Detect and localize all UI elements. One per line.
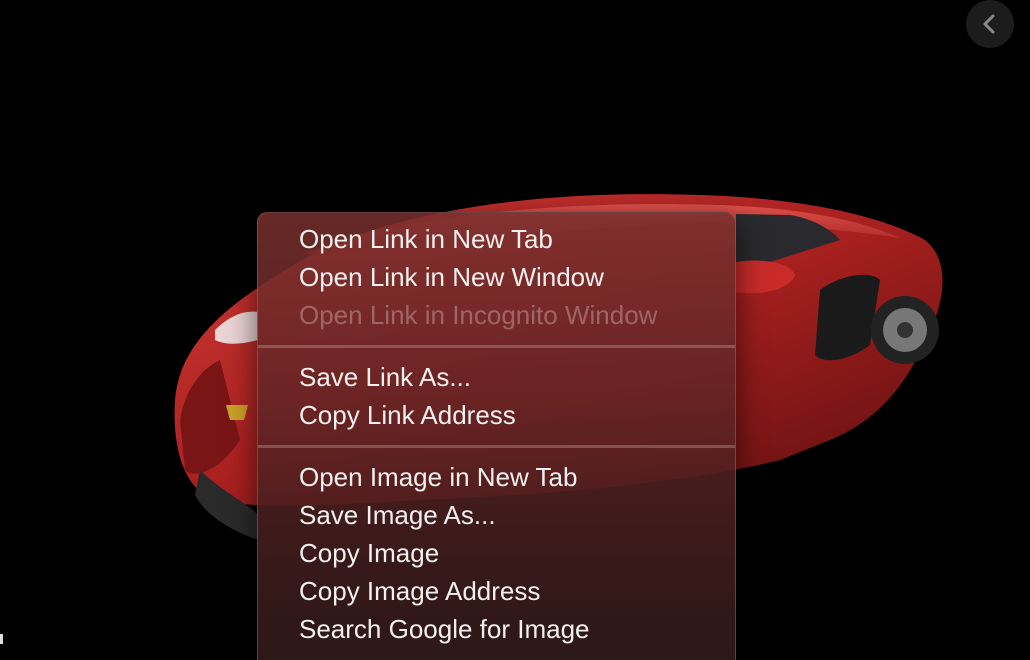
image-viewer: Open Link in New Tab Open Link in New Wi… xyxy=(0,0,1030,660)
bottom-left-marker xyxy=(0,634,3,644)
menu-item-save-image-as[interactable]: Save Image As... xyxy=(258,496,735,534)
menu-item-open-image-new-tab[interactable]: Open Image in New Tab xyxy=(258,458,735,496)
menu-separator xyxy=(258,445,735,448)
back-button[interactable] xyxy=(966,0,1014,48)
menu-item-copy-image[interactable]: Copy Image xyxy=(258,534,735,572)
menu-item-open-link-new-window[interactable]: Open Link in New Window xyxy=(258,258,735,296)
chevron-left-icon xyxy=(983,14,995,34)
menu-separator xyxy=(258,345,735,348)
menu-item-search-google-for-image[interactable]: Search Google for Image xyxy=(258,610,735,648)
menu-item-open-link-new-tab[interactable]: Open Link in New Tab xyxy=(258,220,735,258)
menu-item-copy-link-address[interactable]: Copy Link Address xyxy=(258,396,735,434)
menu-item-open-link-incognito: Open Link in Incognito Window xyxy=(299,300,658,330)
menu-item-save-link-as[interactable]: Save Link As... xyxy=(258,358,735,396)
menu-item-copy-image-address[interactable]: Copy Image Address xyxy=(258,572,735,610)
context-menu: Open Link in New Tab Open Link in New Wi… xyxy=(257,212,736,660)
